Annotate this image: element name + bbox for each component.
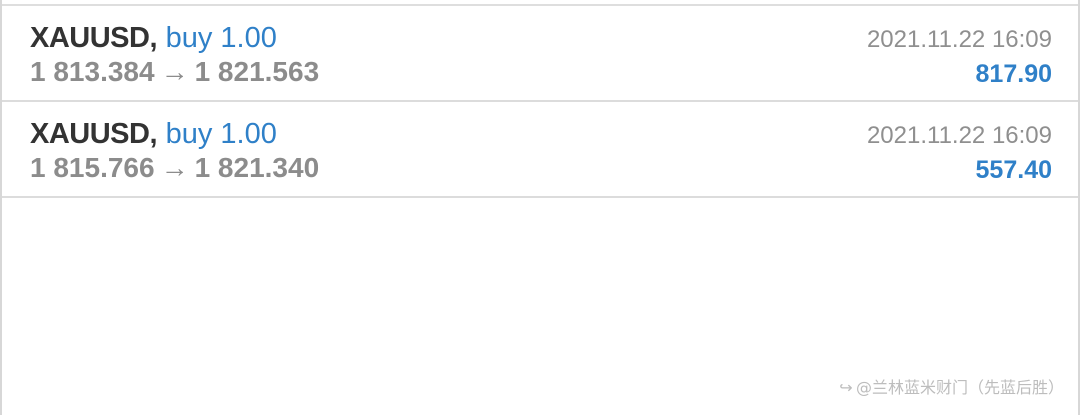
trade-side: buy 1.00 xyxy=(165,22,277,54)
trade-row[interactable]: XAUUSD, buy 1.00 1 813.384 → 1 821.563 202… xyxy=(2,6,1078,102)
trade-prices: 1 815.766 → 1 821.340 xyxy=(30,152,319,184)
trade-header: XAUUSD, buy 1.00 xyxy=(30,22,277,54)
close-price: 1 821.340 xyxy=(194,152,320,183)
trade-prices: 1 813.384 → 1 821.563 xyxy=(30,56,319,88)
open-price: 1 815.766 xyxy=(30,152,155,183)
trade-time: 2021.11.22 16:09 xyxy=(866,122,1052,149)
trade-side: buy 1.00 xyxy=(165,118,277,150)
trade-header: XAUUSD, buy 1.00 xyxy=(30,118,277,150)
trade-symbol: XAUUSD xyxy=(30,22,150,54)
trade-profit: 817.90 xyxy=(975,60,1052,88)
right-arrow-icon: → xyxy=(160,56,189,87)
watermark-text: @兰林蓝米财门（先蓝后胜） xyxy=(855,378,1064,397)
trade-separator: , xyxy=(149,118,158,150)
trade-profit: 557.40 xyxy=(975,156,1052,184)
trade-row[interactable]: XAUUSD, buy 1.00 1 815.766 → 1 821.340 202… xyxy=(2,102,1078,198)
open-price: 1 813.384 xyxy=(30,56,155,87)
trade-symbol: XAUUSD xyxy=(30,118,150,150)
right-arrow-icon: → xyxy=(160,152,189,183)
watermark: ↪ @兰林蓝米财门（先蓝后胜） xyxy=(838,379,1064,397)
trade-history-screen: XAUUSD, buy 1.00 1 813.384 → 1 821.563 202… xyxy=(0,0,1080,415)
trade-separator: , xyxy=(149,22,158,54)
share-arrow-icon: ↪ xyxy=(839,378,853,397)
close-price: 1 821.563 xyxy=(194,56,320,87)
trade-list: XAUUSD, buy 1.00 1 813.384 → 1 821.563 202… xyxy=(2,6,1078,198)
trade-time: 2021.11.22 16:09 xyxy=(866,26,1052,53)
